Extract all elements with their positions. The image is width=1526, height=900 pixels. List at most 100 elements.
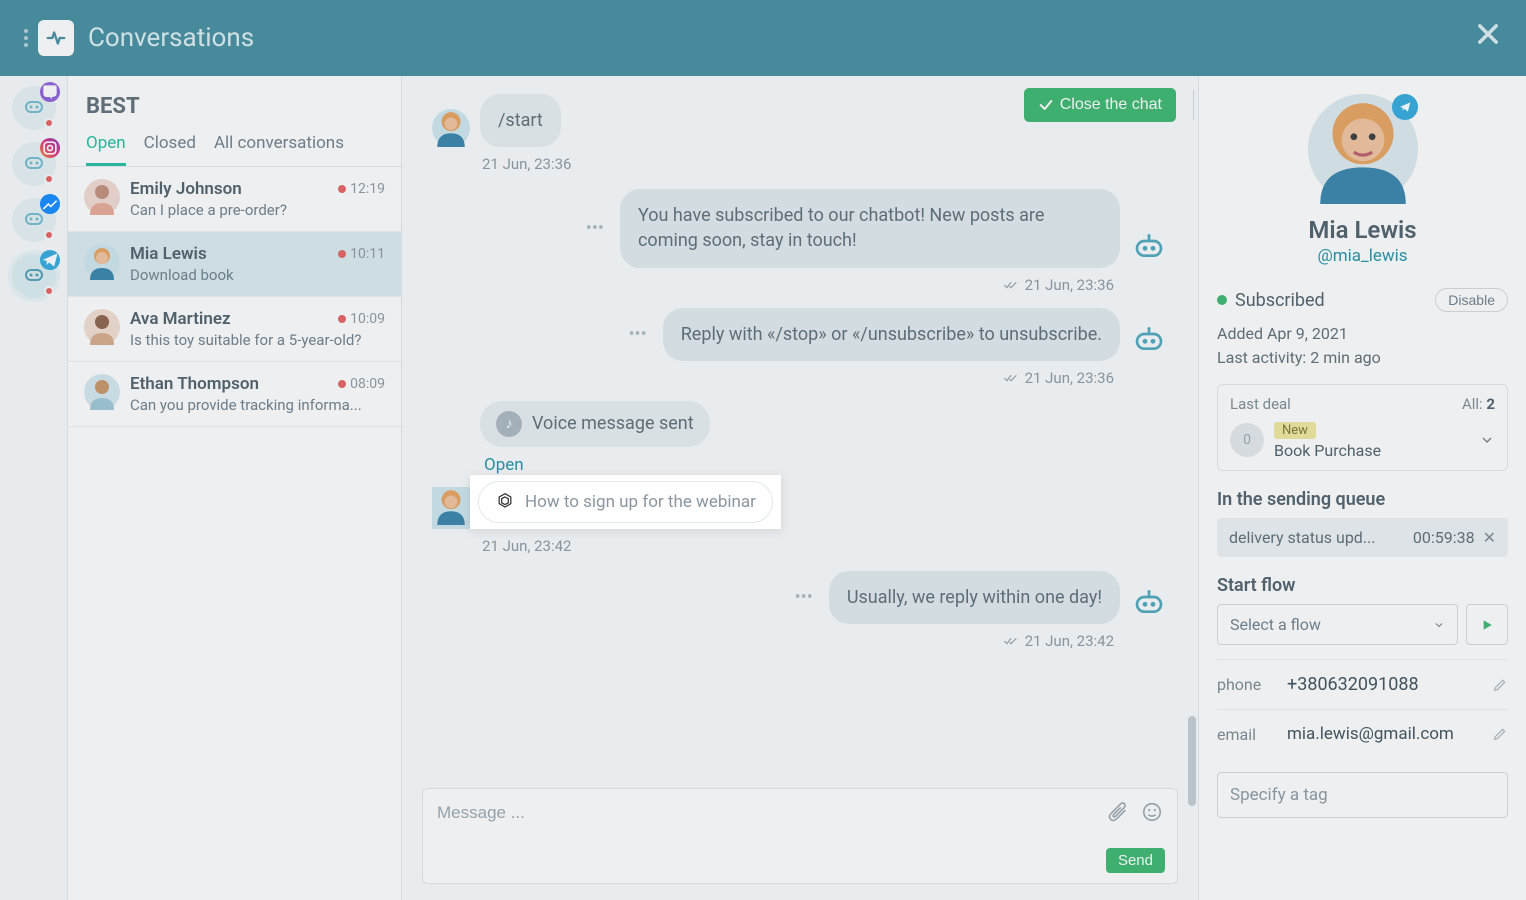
unread-dot-icon <box>338 315 346 323</box>
added-info: Added Apr 9, 2021 <box>1217 322 1508 346</box>
conversation-item[interactable]: Emily Johnson 12:19 Can I place a pre-ord… <box>68 167 401 232</box>
main-layout: BEST Open Closed All conversations Emily… <box>0 76 1526 900</box>
edit-icon[interactable] <box>1492 726 1508 742</box>
contact-username[interactable]: @mia_lewis <box>1217 246 1508 266</box>
timestamp: 21 Jun, 23:36 <box>432 276 1114 294</box>
message-row-bot: ••• You have subscribed to our chatbot! … <box>432 189 1168 267</box>
conversation-item[interactable]: Mia Lewis10:11 Download book <box>68 232 401 297</box>
disable-button[interactable]: Disable <box>1435 288 1508 312</box>
time-label: 10:09 <box>338 311 385 327</box>
chevron-down-icon <box>1433 619 1445 631</box>
bot-icon <box>1130 230 1168 268</box>
message-bubble: You have subscribed to our chatbot! New … <box>620 189 1120 267</box>
contact-name: Emily Johnson <box>130 179 242 199</box>
tab-closed[interactable]: Closed <box>144 133 196 166</box>
more-icon[interactable]: ••• <box>628 324 646 345</box>
message-bubble: Reply with «/stop» or «/unsubscribe» to … <box>663 308 1120 361</box>
deal-card[interactable]: Last dealAll: 2 0 New Book Purchase <box>1217 384 1508 471</box>
openai-icon <box>495 492 515 512</box>
start-flow-title: Start flow <box>1217 575 1508 596</box>
rail-channel-telegram[interactable] <box>12 254 56 298</box>
avatar <box>84 244 120 280</box>
message-input[interactable] <box>437 803 1083 823</box>
conversation-list: BEST Open Closed All conversations Emily… <box>68 76 402 900</box>
contact-avatar <box>1308 94 1418 204</box>
tag-input[interactable]: Specify a tag <box>1217 772 1508 818</box>
queue-item-label: delivery status upd... <box>1229 528 1375 547</box>
conversation-item[interactable]: Ava Martinez 10:09 Is this toy suitable f… <box>68 297 401 362</box>
last-deal-label: Last deal <box>1230 395 1291 413</box>
telegram-badge-icon <box>40 250 60 270</box>
phone-row: phone +380632091088 <box>1217 659 1508 709</box>
rail-channel-viber[interactable] <box>12 86 56 130</box>
deal-currency-icon: 0 <box>1230 423 1264 457</box>
email-label: email <box>1217 725 1287 744</box>
close-chat-button[interactable]: Close the chat <box>1024 88 1176 122</box>
timestamp: 21 Jun, 23:36 <box>432 369 1114 387</box>
message-composer: Send <box>422 788 1178 884</box>
tab-open[interactable]: Open <box>86 133 126 166</box>
message-list: /start 21 Jun, 23:36 ••• You have subscr… <box>402 76 1198 788</box>
edit-icon[interactable] <box>1492 677 1508 693</box>
emoji-icon[interactable] <box>1141 801 1163 823</box>
unread-dot-icon <box>44 118 54 128</box>
remove-icon[interactable]: ✕ <box>1483 528 1496 547</box>
drag-handle-icon[interactable] <box>24 29 28 47</box>
unread-dot-icon <box>44 286 54 296</box>
email-row: email mia.lewis@gmail.com <box>1217 709 1508 758</box>
flow-select[interactable]: Select a flow <box>1217 604 1458 645</box>
unread-dot-icon <box>338 380 346 388</box>
open-link[interactable]: Open <box>484 455 524 475</box>
more-icon[interactable]: ••• <box>586 218 604 239</box>
deal-status-badge: New <box>1274 422 1316 439</box>
more-icon[interactable]: ••• <box>795 587 813 608</box>
check-icon <box>1038 97 1054 113</box>
avatar <box>84 309 120 345</box>
voice-message[interactable]: ♪ Voice message sent <box>480 401 710 447</box>
avatar <box>84 374 120 410</box>
time-label: 08:09 <box>338 376 385 392</box>
contact-name: Ava Martinez <box>130 309 231 329</box>
close-icon[interactable] <box>1474 20 1502 56</box>
tab-all[interactable]: All conversations <box>214 133 344 166</box>
unread-dot-icon <box>44 174 54 184</box>
time-label: 12:19 <box>338 181 385 197</box>
timestamp: 21 Jun, 23:42 <box>482 537 1168 555</box>
attachment-icon[interactable] <box>1107 801 1129 823</box>
avatar <box>432 487 470 529</box>
send-button[interactable]: Send <box>1106 848 1165 873</box>
unread-dot-icon <box>338 250 346 258</box>
message-row-bot: ••• Reply with «/stop» or «/unsubscribe»… <box>432 308 1168 361</box>
list-tabs: Open Closed All conversations <box>68 133 401 167</box>
rail-channel-instagram[interactable] <box>12 142 56 186</box>
message-preview: Is this toy suitable for a 5-year-old? <box>130 331 385 349</box>
chevron-down-icon[interactable] <box>1479 432 1495 448</box>
telegram-badge-icon <box>1392 94 1418 120</box>
bot-icon <box>1130 586 1168 624</box>
run-flow-button[interactable] <box>1466 604 1508 645</box>
conversation-item[interactable]: Ethan Thompson08:09 Can you provide trac… <box>68 362 401 427</box>
read-check-icon <box>1003 280 1019 290</box>
unread-dot-icon <box>338 185 346 193</box>
subscribed-label: Subscribed <box>1235 290 1325 311</box>
read-check-icon <box>1003 636 1019 646</box>
channel-rail <box>0 76 68 900</box>
messenger-badge-icon <box>40 194 60 214</box>
queue-timer: 00:59:38 <box>1413 528 1475 547</box>
avatar <box>432 109 470 147</box>
avatar <box>84 179 120 215</box>
contact-name: Mia Lewis <box>1217 216 1508 244</box>
rail-channel-messenger[interactable] <box>12 198 56 242</box>
contact-name: Ethan Thompson <box>130 374 259 394</box>
queue-item[interactable]: delivery status upd... 00:59:38 ✕ <box>1217 518 1508 557</box>
scrollbar-thumb[interactable] <box>1188 716 1196 806</box>
queue-title: In the sending queue <box>1217 489 1508 510</box>
page-title: Conversations <box>88 23 254 53</box>
phone-label: phone <box>1217 675 1287 694</box>
contact-sidepanel: Mia Lewis @mia_lewis Subscribed Disable … <box>1198 76 1526 900</box>
time-label: 10:11 <box>338 246 385 262</box>
play-icon <box>1479 617 1495 633</box>
app-logo-icon <box>38 20 74 56</box>
contact-name: Mia Lewis <box>130 244 207 264</box>
message-preview: Can I place a pre-order? <box>130 201 385 219</box>
